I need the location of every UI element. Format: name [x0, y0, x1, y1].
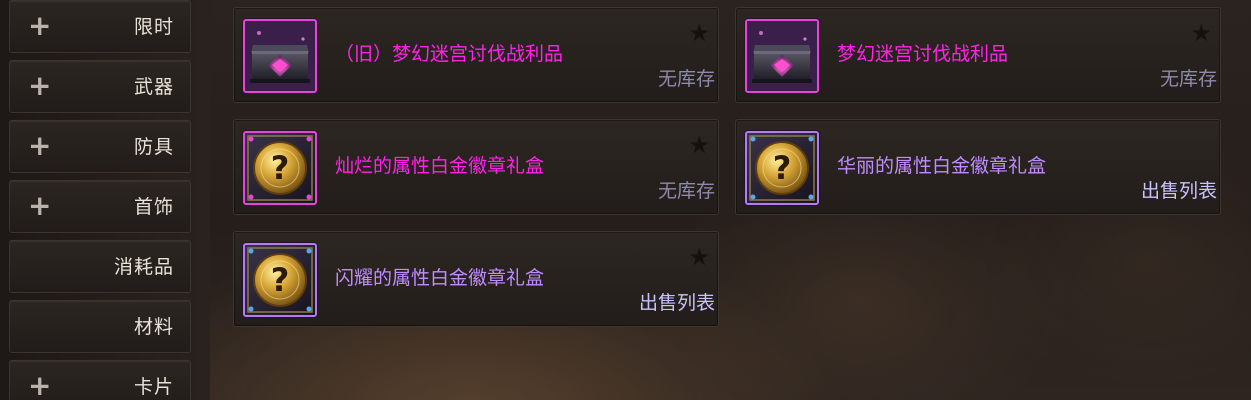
category-label: 防具 [133, 136, 174, 158]
item-name: 华丽的属性白金徽章礼盒 [837, 155, 1047, 177]
expand-plus-icon[interactable]: + [28, 10, 51, 42]
item-card[interactable]: ? 灿烂的属性白金徽章礼盒 ★ 无库存 [233, 119, 719, 215]
favorite-star-icon[interactable]: ★ [688, 244, 710, 270]
expand-plus-icon[interactable]: + [28, 130, 51, 162]
category-cards[interactable]: + 卡片 [9, 360, 191, 400]
category-label: 首饰 [133, 196, 174, 218]
category-label: 武器 [133, 76, 174, 98]
expand-plus-icon[interactable]: + [28, 70, 51, 102]
item-name: 梦幻迷宫讨伐战利品 [837, 43, 1009, 65]
svg-text:?: ? [773, 149, 792, 187]
stock-status: 无库存 [657, 68, 715, 90]
item-card[interactable]: ? 闪耀的属性白金徽章礼盒 ★ 出售列表 [233, 231, 719, 327]
category-label: 限时 [133, 16, 174, 38]
favorite-star-icon[interactable]: ★ [1190, 20, 1212, 46]
stock-status: 无库存 [657, 180, 715, 202]
sell-list-status: 出售列表 [1140, 180, 1217, 202]
sell-list-status: 出售列表 [638, 292, 715, 314]
treasure-chest-icon [243, 19, 317, 93]
category-accessories[interactable]: + 首饰 [9, 180, 191, 233]
treasure-chest-icon [745, 19, 819, 93]
item-name: 灿烂的属性白金徽章礼盒 [335, 155, 545, 177]
expand-plus-icon[interactable]: + [28, 190, 51, 222]
expand-plus-icon[interactable]: + [28, 370, 51, 400]
favorite-star-icon[interactable]: ★ [688, 132, 710, 158]
item-name: （旧）梦幻迷宫讨伐战利品 [335, 43, 564, 65]
category-consumables[interactable]: 消耗品 [9, 240, 191, 293]
category-armor[interactable]: + 防具 [9, 120, 191, 173]
item-card[interactable]: 梦幻迷宫讨伐战利品 ★ 无库存 [735, 7, 1221, 103]
category-weapons[interactable]: + 武器 [9, 60, 191, 113]
category-label: 消耗品 [113, 256, 174, 278]
item-card[interactable]: （旧）梦幻迷宫讨伐战利品 ★ 无库存 [233, 7, 719, 103]
item-name: 闪耀的属性白金徽章礼盒 [335, 267, 545, 289]
stock-status: 无库存 [1159, 68, 1217, 90]
favorite-star-icon[interactable]: ★ [688, 20, 710, 46]
mystery-box-icon: ? [243, 243, 317, 317]
mystery-box-icon: ? [243, 131, 317, 205]
category-materials[interactable]: 材料 [9, 300, 191, 353]
svg-text:?: ? [271, 149, 290, 187]
svg-text:?: ? [271, 261, 290, 299]
item-card[interactable]: ? 华丽的属性白金徽章礼盒 出售列表 [735, 119, 1221, 215]
category-label: 卡片 [133, 376, 174, 398]
category-label: 材料 [133, 316, 174, 338]
category-limited[interactable]: + 限时 [9, 0, 191, 53]
mystery-box-icon: ? [745, 131, 819, 205]
